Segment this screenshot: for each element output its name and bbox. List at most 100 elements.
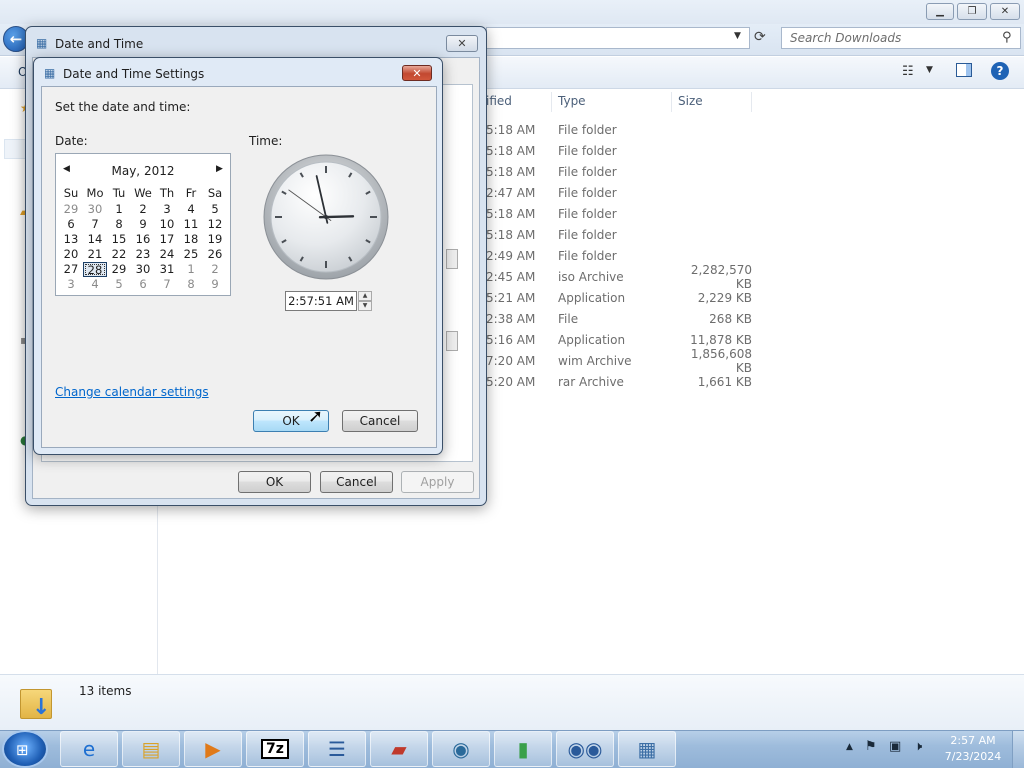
- col-header-size[interactable]: Size: [672, 92, 752, 112]
- calendar-day[interactable]: 2: [203, 262, 227, 277]
- help-icon[interactable]: ?: [991, 62, 1009, 80]
- taskbar-date-time-app-button[interactable]: ▦: [618, 731, 676, 767]
- calendar-day[interactable]: 8: [107, 217, 131, 232]
- taskbar-media-player-button[interactable]: ▶: [184, 731, 242, 767]
- calendar-day[interactable]: 10: [155, 217, 179, 232]
- calendar-day[interactable]: 25: [179, 247, 203, 262]
- calendar-day[interactable]: 29: [59, 202, 83, 217]
- partial-button[interactable]: [446, 331, 458, 351]
- taskbar-windows-explorer-button[interactable]: ▤: [122, 731, 180, 767]
- network-status-icon[interactable]: ▣: [889, 739, 901, 754]
- outer-ok-button[interactable]: OK: [238, 471, 311, 493]
- calendar-day[interactable]: 19: [203, 232, 227, 247]
- calendar-day[interactable]: 22: [107, 247, 131, 262]
- calendar-day[interactable]: 17: [155, 232, 179, 247]
- calendar-day[interactable]: 1: [179, 262, 203, 277]
- file-row[interactable]: 5:18 AM File folder: [486, 140, 1024, 161]
- outer-cancel-button[interactable]: Cancel: [320, 471, 393, 493]
- file-row[interactable]: 5:20 AM rar Archive 1,661 KB: [486, 371, 1024, 392]
- restore-button[interactable]: ❐: [957, 3, 987, 20]
- change-calendar-settings-link[interactable]: Change calendar settings: [55, 385, 209, 399]
- calendar-day[interactable]: 23: [131, 247, 155, 262]
- address-dropdown-icon[interactable]: ▼: [734, 31, 741, 41]
- calendar-day[interactable]: 6: [131, 277, 155, 292]
- file-row[interactable]: 5:16 AM Application 11,878 KB: [486, 329, 1024, 350]
- volume-muted-icon[interactable]: 🕨: [914, 739, 922, 754]
- search-input[interactable]: Search Downloads: [781, 27, 1021, 49]
- calendar-day[interactable]: 18: [179, 232, 203, 247]
- calendar-day[interactable]: 27: [59, 262, 83, 277]
- outer-close-button[interactable]: ✕: [446, 35, 478, 52]
- settings-cancel-button[interactable]: Cancel: [342, 410, 418, 432]
- preview-pane-icon[interactable]: [956, 63, 972, 77]
- calendar-day[interactable]: 31: [155, 262, 179, 277]
- calendar-day[interactable]: 11: [179, 217, 203, 232]
- file-row[interactable]: 2:38 AM File 268 KB: [486, 308, 1024, 329]
- taskbar-internet-explorer-button[interactable]: e: [60, 731, 118, 767]
- file-row[interactable]: 5:18 AM File folder: [486, 203, 1024, 224]
- calendar-day[interactable]: 6: [59, 217, 83, 232]
- show-desktop-button[interactable]: [1012, 731, 1024, 768]
- calendar-day[interactable]: 9: [203, 277, 227, 292]
- calendar-day-selected[interactable]: 28: [83, 262, 107, 277]
- calendar-day[interactable]: 8: [179, 277, 203, 292]
- calendar-day[interactable]: 5: [203, 202, 227, 217]
- col-header-type[interactable]: Type: [552, 92, 672, 112]
- file-row[interactable]: 5:18 AM File folder: [486, 119, 1024, 140]
- file-row[interactable]: 2:47 AM File folder: [486, 182, 1024, 203]
- calendar-day[interactable]: 4: [83, 277, 107, 292]
- search-icon[interactable]: ⚲: [1002, 30, 1012, 45]
- partial-button[interactable]: [446, 249, 458, 269]
- calendar-day[interactable]: 13: [59, 232, 83, 247]
- calendar-day[interactable]: 3: [59, 277, 83, 292]
- address-input[interactable]: [486, 27, 750, 49]
- file-row[interactable]: 5:18 AM File folder: [486, 161, 1024, 182]
- calendar-day[interactable]: 1: [107, 202, 131, 217]
- calendar-day[interactable]: 16: [131, 232, 155, 247]
- start-button[interactable]: ⊞: [2, 730, 48, 768]
- minimize-button[interactable]: ▁: [926, 3, 954, 20]
- calendar-day[interactable]: 15: [107, 232, 131, 247]
- taskbar-eyes-app-button[interactable]: ◉◉: [556, 731, 614, 767]
- taskbar-task-list-button[interactable]: ☰: [308, 731, 366, 767]
- taskbar-network-globe-button[interactable]: ◉: [432, 731, 490, 767]
- time-spin-down-button[interactable]: ▼: [358, 301, 372, 311]
- col-header-modified[interactable]: ified: [480, 92, 552, 112]
- time-spin-up-button[interactable]: ▲: [358, 291, 372, 301]
- calendar-day[interactable]: 26: [203, 247, 227, 262]
- calendar-day[interactable]: 7: [155, 277, 179, 292]
- calendar-day[interactable]: 4: [179, 202, 203, 217]
- time-input[interactable]: 2:57:51 AM: [285, 291, 357, 311]
- action-center-flag-icon[interactable]: ⚑: [865, 739, 877, 754]
- file-row[interactable]: 2:49 AM File folder: [486, 245, 1024, 266]
- calendar-day[interactable]: 9: [131, 217, 155, 232]
- calendar-day[interactable]: 30: [131, 262, 155, 277]
- file-row[interactable]: 7:20 AM wim Archive 1,856,608 KB: [486, 347, 1024, 375]
- calendar-month-year[interactable]: May, 2012: [56, 164, 230, 178]
- file-row[interactable]: 5:21 AM Application 2,229 KB: [486, 287, 1024, 308]
- calendar-day[interactable]: 20: [59, 247, 83, 262]
- file-row[interactable]: 2:45 AM iso Archive 2,282,570 KB: [486, 263, 1024, 291]
- calendar-day[interactable]: 14: [83, 232, 107, 247]
- views-dropdown-icon[interactable]: ▼: [926, 65, 933, 75]
- show-hidden-icons-button[interactable]: ▲: [846, 742, 853, 752]
- taskbar-toolbox-button[interactable]: ▰: [370, 731, 428, 767]
- taskbar-green-app-button[interactable]: ▮: [494, 731, 552, 767]
- calendar-day[interactable]: 24: [155, 247, 179, 262]
- views-icon[interactable]: ☷: [902, 64, 914, 79]
- taskbar-clock[interactable]: 2:57 AM 7/23/2024: [936, 733, 1010, 765]
- refresh-icon[interactable]: ⟳: [754, 29, 766, 45]
- calendar-day[interactable]: 21: [83, 247, 107, 262]
- file-row[interactable]: 5:18 AM File folder: [486, 224, 1024, 245]
- calendar-day[interactable]: 5: [107, 277, 131, 292]
- calendar-day[interactable]: 12: [203, 217, 227, 232]
- calendar-day[interactable]: 29: [107, 262, 131, 277]
- calendar-day[interactable]: 7: [83, 217, 107, 232]
- calendar-day[interactable]: 30: [83, 202, 107, 217]
- close-button[interactable]: ✕: [990, 3, 1020, 20]
- calendar-day[interactable]: 3: [155, 202, 179, 217]
- taskbar-7zip-button[interactable]: 7z: [246, 731, 304, 767]
- next-month-arrow-icon[interactable]: ▶: [216, 164, 223, 174]
- calendar-day[interactable]: 2: [131, 202, 155, 217]
- settings-close-button[interactable]: ✕: [402, 65, 432, 81]
